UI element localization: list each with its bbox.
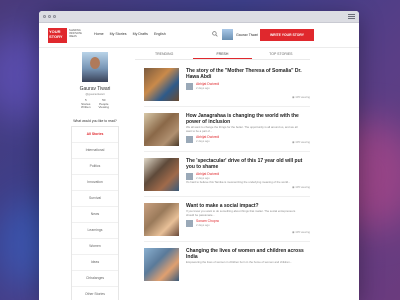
story-title[interactable]: Changing the lives of women and children…: [186, 248, 310, 260]
language-select[interactable]: English: [154, 32, 166, 36]
topic-other-stories[interactable]: Other Stories: [72, 287, 118, 300]
story-title[interactable]: The story of the "Mother Theresa of Soma…: [186, 68, 310, 80]
nav-link-home[interactable]: Home: [94, 32, 104, 36]
story-thumbnail[interactable]: [144, 158, 179, 191]
story-feed: The story of the "Mother Theresa of Soma…: [144, 62, 310, 287]
story-time: 2 days ago: [196, 139, 210, 144]
story-card[interactable]: The story of the "Mother Theresa of Soma…: [144, 62, 310, 107]
topic-survival[interactable]: Survival: [72, 191, 118, 207]
profile-sidebar: Gaurav Tiwari @gauravtiwari 5 Stories Wr…: [71, 52, 119, 300]
story-body: How Janagrahaa is changing the world wit…: [186, 113, 310, 151]
stat-people: 50 People Viewing: [95, 98, 113, 110]
stat-label: People Viewing: [98, 101, 109, 110]
topic-women[interactable]: Women: [72, 239, 118, 255]
author-row: Abhijat Dwivedi 2 days ago: [186, 82, 310, 90]
stat-stories: 5 Stories Written: [77, 98, 95, 110]
author-avatar[interactable]: [186, 172, 193, 180]
views-label: 105 viewing: [295, 140, 310, 144]
author-avatar[interactable]: [186, 219, 193, 227]
maximize-window-button[interactable]: [53, 15, 56, 18]
view-count: ◉ 105 viewing: [292, 140, 310, 144]
minimize-window-button[interactable]: [48, 15, 51, 18]
excerpt-text: It's hard to believe this Tarnika is mes…: [186, 180, 291, 184]
story-body: Want to make a social impact? If you kno…: [186, 203, 310, 241]
story-thumbnail[interactable]: [144, 248, 179, 281]
window-controls: [43, 15, 56, 18]
topic-ideas[interactable]: Ideas: [72, 255, 118, 271]
view-count: ◉ 105 viewing: [292, 95, 310, 99]
views-label: 105 viewing: [295, 230, 310, 234]
excerpt-text: If you know you want to do something abo…: [186, 209, 296, 217]
profile-avatar[interactable]: [82, 52, 108, 82]
story-excerpt: Empowering the lives of women in childre…: [186, 260, 298, 265]
author-avatar[interactable]: [186, 135, 193, 143]
story-excerpt: It's hard to believe this Tarnika is mes…: [186, 180, 298, 185]
view-count: ◉ 105 viewing: [292, 230, 310, 234]
topic-innovation[interactable]: Innovation: [72, 175, 118, 191]
story-thumbnail[interactable]: [144, 113, 179, 146]
tab-top-stories[interactable]: TOP STORIES: [252, 50, 310, 59]
author-row: Abhijat Dwivedi 2 days ago: [186, 172, 310, 180]
story-body: Changing the lives of women and children…: [186, 248, 310, 287]
story-excerpt: If you know you want to do something abo…: [186, 209, 298, 217]
logo[interactable]: YOUR STORY: [48, 28, 67, 43]
story-title[interactable]: How Janagrahaa is changing the world wit…: [186, 113, 310, 125]
topic-list: All Stories International Politics Innov…: [71, 125, 119, 300]
topic-news[interactable]: News: [72, 207, 118, 223]
nav-divider: [39, 47, 359, 48]
logo-tagline: SHARING INNOVATE IDEAS: [69, 29, 82, 39]
story-excerpt: We all want to change the things for the…: [186, 125, 298, 133]
views-label: 105 viewing: [295, 95, 310, 99]
story-card[interactable]: How Janagrahaa is changing the world wit…: [144, 107, 310, 152]
topic-all-stories[interactable]: All Stories: [72, 127, 118, 143]
story-body: The 'spectacular' drive of this 17 year …: [186, 158, 310, 196]
nav-link-my-stories[interactable]: My Stories: [110, 32, 127, 36]
excerpt-text: Empowering the lives of women in childre…: [186, 260, 293, 264]
views-label: 105 viewing: [295, 185, 310, 189]
tab-fresh[interactable]: FRESH: [193, 50, 252, 59]
story-body: The story of the "Mother Theresa of Soma…: [186, 68, 310, 106]
story-title[interactable]: The 'spectacular' drive of this 17 year …: [186, 158, 310, 170]
topic-politics[interactable]: Politics: [72, 159, 118, 175]
story-thumbnail[interactable]: [144, 203, 179, 236]
tab-trending[interactable]: TRENDING: [135, 50, 193, 59]
user-avatar[interactable]: [222, 29, 233, 40]
feed-tabs: TRENDING FRESH TOP STORIES: [135, 50, 310, 60]
view-count: ◉ 105 viewing: [292, 185, 310, 189]
story-thumbnail[interactable]: [144, 68, 179, 101]
stat-label: Stories Written: [81, 101, 91, 110]
write-story-button[interactable]: WRITE YOUR STORY: [260, 29, 314, 41]
author-avatar[interactable]: [186, 82, 193, 90]
story-card[interactable]: Changing the lives of women and children…: [144, 242, 310, 287]
topic-chhalanges[interactable]: Chhalanges: [72, 271, 118, 287]
top-nav: YOUR STORY SHARING INNOVATE IDEAS Home M…: [39, 23, 359, 47]
author-row: Sonam Chopra 2 days ago: [186, 219, 310, 227]
close-window-button[interactable]: [43, 15, 46, 18]
story-card[interactable]: The 'spectacular' drive of this 17 year …: [144, 152, 310, 197]
topic-learnings[interactable]: Learnings: [72, 223, 118, 239]
window-chrome: [39, 11, 359, 23]
search-icon[interactable]: [212, 31, 218, 37]
topic-international[interactable]: International: [72, 143, 118, 159]
menu-icon[interactable]: [348, 14, 355, 19]
excerpt-text: We all want to change the things for the…: [186, 125, 298, 133]
story-time: 2 days ago: [196, 223, 210, 228]
topic-question: What would you like to read?: [73, 118, 117, 123]
profile-stats: 5 Stories Written 50 People Viewing: [71, 98, 119, 110]
profile-handle: @gauravtiwari: [85, 92, 105, 96]
story-time: 2 days ago: [196, 86, 210, 90]
user-name[interactable]: Gaurav Tiwari: [236, 33, 258, 37]
nav-links: Home My Stories My Drafts English: [94, 32, 166, 36]
nav-link-my-drafts[interactable]: My Drafts: [133, 32, 148, 36]
story-card[interactable]: Want to make a social impact? If you kno…: [144, 197, 310, 242]
